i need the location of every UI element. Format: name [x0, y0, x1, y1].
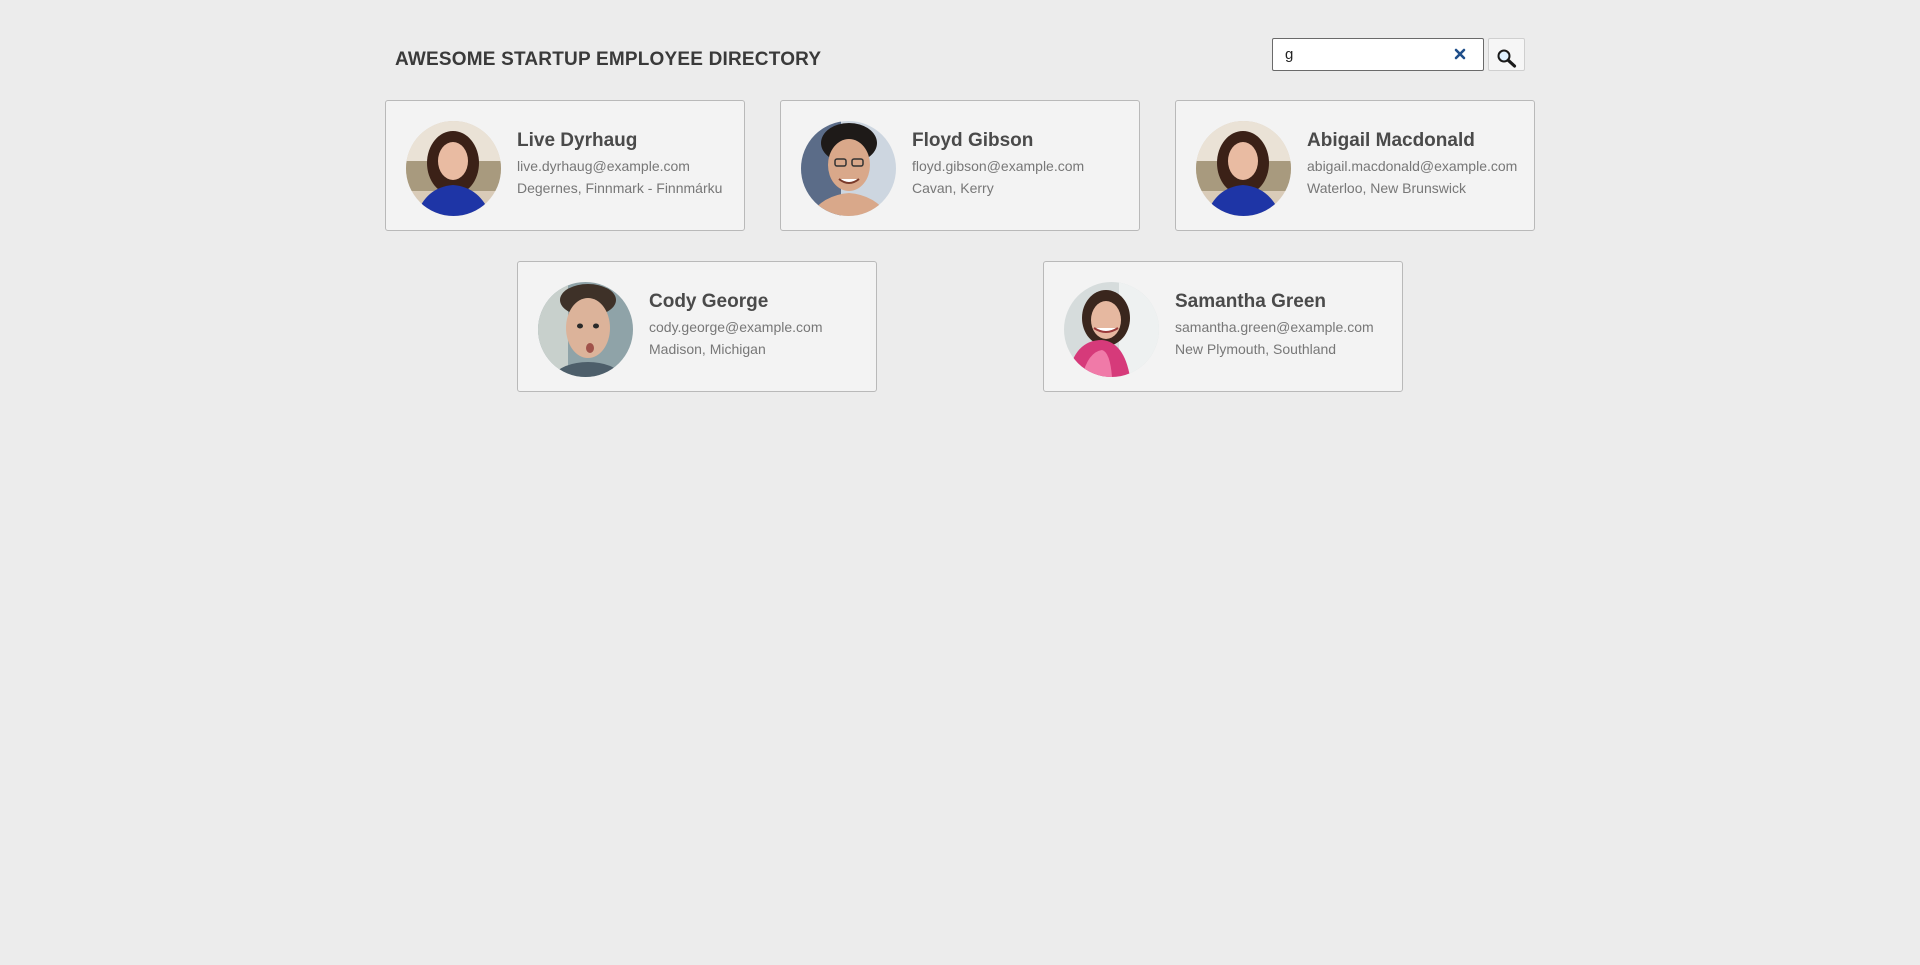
- employee-info: Floyd Gibson floyd.gibson@example.com Ca…: [912, 130, 1135, 202]
- search-button[interactable]: [1488, 38, 1525, 71]
- search-input[interactable]: [1285, 39, 1445, 70]
- employee-location: Cavan, Kerry: [912, 180, 994, 196]
- employee-name: Samantha Green: [1175, 291, 1326, 312]
- employee-email: cody.george@example.com: [649, 319, 823, 335]
- employee-email: live.dyrhaug@example.com: [517, 158, 690, 174]
- avatar: [801, 121, 896, 216]
- close-icon[interactable]: [1451, 45, 1469, 63]
- employee-card[interactable]: Samantha Green samantha.green@example.co…: [1043, 261, 1403, 392]
- employee-card[interactable]: Cody George cody.george@example.com Madi…: [517, 261, 877, 392]
- employee-name: Floyd Gibson: [912, 130, 1034, 151]
- avatar: [1064, 282, 1159, 377]
- employee-card[interactable]: Live Dyrhaug live.dyrhaug@example.com De…: [385, 100, 745, 231]
- employee-email: floyd.gibson@example.com: [912, 158, 1085, 174]
- employee-location: Madison, Michigan: [649, 341, 766, 357]
- employee-location: Degernes, Finnmark - Finnmárku: [517, 180, 723, 196]
- page-title: AWESOME STARTUP EMPLOYEE DIRECTORY: [395, 49, 822, 70]
- employee-card[interactable]: Floyd Gibson floyd.gibson@example.com Ca…: [780, 100, 1140, 231]
- employee-info: Live Dyrhaug live.dyrhaug@example.com De…: [517, 130, 740, 202]
- employee-info: Samantha Green samantha.green@example.co…: [1175, 291, 1398, 363]
- employee-info: Cody George cody.george@example.com Madi…: [649, 291, 872, 363]
- employee-info: Abigail Macdonald abigail.macdonald@exam…: [1307, 130, 1530, 202]
- employee-location: Waterloo, New Brunswick: [1307, 180, 1466, 196]
- employee-email: abigail.macdonald@example.com: [1307, 158, 1518, 174]
- avatar: [406, 121, 501, 216]
- avatar: [1196, 121, 1291, 216]
- employee-name: Cody George: [649, 291, 769, 312]
- employee-location: New Plymouth, Southland: [1175, 341, 1337, 357]
- employee-name: Live Dyrhaug: [517, 130, 638, 151]
- page-header: AWESOME STARTUP EMPLOYEE DIRECTORY: [0, 0, 1920, 100]
- employee-email: samantha.green@example.com: [1175, 319, 1374, 335]
- search-icon: [1489, 48, 1524, 68]
- employee-card[interactable]: Abigail Macdonald abigail.macdonald@exam…: [1175, 100, 1535, 231]
- employee-name: Abigail Macdonald: [1307, 130, 1475, 151]
- search-field[interactable]: [1272, 38, 1484, 71]
- avatar: [538, 282, 633, 377]
